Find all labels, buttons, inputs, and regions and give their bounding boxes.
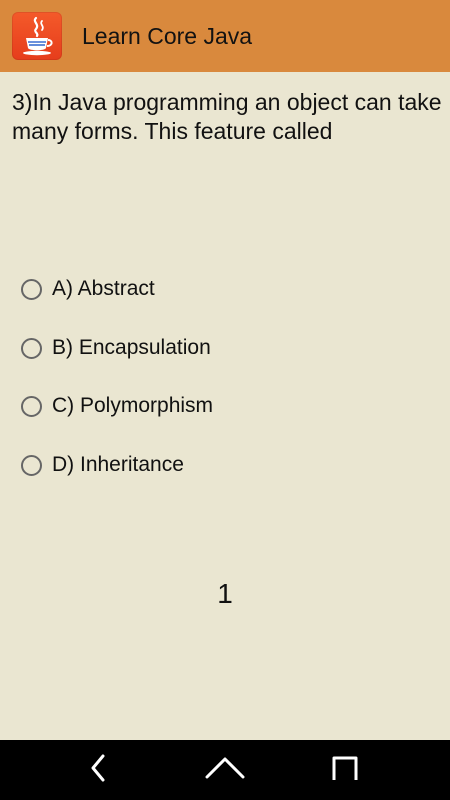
back-button[interactable]	[58, 740, 138, 800]
option-a[interactable]: A) Abstract	[20, 272, 155, 306]
radio-button[interactable]	[21, 278, 42, 300]
recents-button[interactable]	[305, 740, 385, 800]
option-c[interactable]: C) Polymorphism	[20, 389, 213, 423]
option-b[interactable]: B) Encapsulation	[20, 331, 211, 365]
option-d[interactable]: D) Inheritance	[20, 448, 184, 482]
back-icon	[88, 753, 108, 788]
option-label: C) Polymorphism	[52, 394, 214, 417]
java-coffee-cup-icon	[12, 12, 62, 60]
option-label: A) Abstract	[52, 277, 155, 300]
recents-icon	[330, 753, 360, 788]
option-label: D) Inheritance	[52, 453, 184, 476]
radio-button[interactable]	[21, 454, 42, 476]
option-label: B) Encapsulation	[52, 336, 211, 359]
home-button[interactable]	[185, 740, 265, 800]
system-nav-bar	[0, 740, 450, 800]
app-bar: Learn Core Java	[0, 0, 450, 72]
question-counter: 1	[217, 578, 233, 609]
home-icon	[204, 753, 246, 788]
question-text: 3)In Java programming an object can take…	[12, 89, 442, 144]
radio-button[interactable]	[21, 337, 42, 359]
radio-button[interactable]	[21, 395, 42, 417]
app-title: Learn Core Java	[82, 23, 253, 49]
